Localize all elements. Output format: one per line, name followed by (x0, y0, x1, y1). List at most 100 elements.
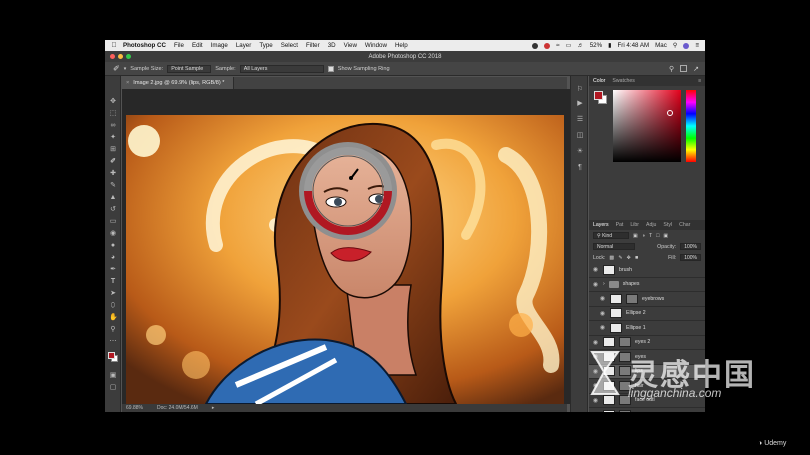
search-icon[interactable]: ⚲ (669, 65, 674, 73)
close-window-button[interactable] (110, 54, 115, 59)
path-selection-tool-icon[interactable]: ➤ (109, 290, 117, 298)
quick-mask-icon[interactable]: ▣ (109, 372, 117, 380)
document-canvas[interactable] (126, 115, 564, 404)
eyedropper-tool-preset-icon[interactable]: ✐ (113, 64, 120, 73)
layer-row[interactable]: ◉ Ellipse 1 (589, 321, 705, 336)
menu-layer[interactable]: Layer (236, 42, 251, 49)
menu-type[interactable]: Type (259, 42, 272, 49)
show-sampling-ring-checkbox[interactable] (327, 65, 334, 72)
hand-tool-icon[interactable]: ✋ (109, 314, 118, 322)
shape-tool-icon[interactable]: ⬯ (109, 302, 117, 310)
airplay-icon[interactable]: ▭ (566, 42, 572, 49)
lock-all-icon[interactable]: ■ (635, 255, 638, 261)
visibility-eye-icon[interactable]: ◉ (599, 295, 606, 302)
adjustments-panel-icon[interactable]: ☀ (576, 148, 584, 156)
menu-select[interactable]: Select (281, 42, 298, 49)
brush-tool-icon[interactable]: ✎ (109, 182, 117, 190)
paint-bucket-tool-icon[interactable]: ◉ (109, 230, 117, 238)
menu-file[interactable]: File (174, 42, 184, 49)
marquee-tool-icon[interactable]: ⬚ (109, 110, 117, 118)
volume-icon[interactable]: ♬ (578, 42, 584, 49)
tab-styles[interactable]: Styl (663, 222, 672, 228)
crop-tool-icon[interactable]: ⊞ (109, 146, 117, 154)
layer-group-row[interactable]: ◉ › shapes (589, 278, 705, 292)
opacity-input[interactable]: 100% (680, 243, 701, 250)
minimize-window-button[interactable] (118, 54, 123, 59)
menu-edit[interactable]: Edit (192, 42, 203, 49)
menu-window[interactable]: Window (365, 42, 387, 49)
blur-tool-icon[interactable]: ● (109, 242, 117, 250)
record-icon[interactable] (532, 42, 539, 49)
panel-menu-icon[interactable]: ≡ (698, 78, 701, 84)
visibility-eye-icon[interactable]: ◉ (592, 339, 599, 346)
siri-icon[interactable] (683, 42, 690, 49)
layer-mask-thumbnail[interactable] (619, 409, 631, 412)
menu-help[interactable]: Help (395, 42, 408, 49)
canvas-area[interactable] (122, 89, 570, 404)
healing-brush-tool-icon[interactable]: ✚ (109, 170, 117, 178)
spotlight-icon[interactable]: ⚲ (673, 42, 678, 49)
apple-icon[interactable]:  (105, 42, 123, 49)
filter-smart-icon[interactable]: ▣ (663, 233, 668, 239)
tool-preset-chevron-icon[interactable]: ▾ (124, 66, 127, 72)
layer-row[interactable]: ◉ eyebrows (589, 292, 705, 307)
visibility-eye-icon[interactable]: ◉ (599, 310, 606, 317)
menu-3d[interactable]: 3D (328, 42, 336, 49)
sample-select[interactable]: All Layers (239, 64, 324, 73)
dodge-tool-icon[interactable]: ◕ (109, 254, 117, 262)
document-tab[interactable]: × Image 2.jpg @ 69.9% (lips, RGB/8) * (122, 77, 234, 89)
layer-filter-select[interactable]: ⚲ Kind (593, 232, 629, 239)
filter-shape-icon[interactable]: □ (656, 233, 659, 239)
libraries-panel-icon[interactable]: ◫ (576, 132, 584, 140)
wifi-icon[interactable]: ≈ (556, 42, 559, 49)
zoom-level[interactable]: 69.88% (126, 405, 143, 411)
history-brush-tool-icon[interactable]: ↺ (109, 206, 117, 214)
clock[interactable]: Fri 4:48 AM (617, 42, 649, 49)
artwork-image[interactable] (126, 115, 564, 404)
tab-swatches[interactable]: Swatches (612, 78, 635, 84)
status-expand-icon[interactable]: ▸ (212, 405, 215, 411)
fill-input[interactable]: 100% (680, 254, 701, 261)
eyedropper-tool-icon[interactable]: ✐ (109, 158, 117, 166)
paragraph-panel-icon[interactable]: ¶ (576, 164, 584, 172)
properties-panel-icon[interactable]: ☰ (576, 116, 584, 124)
screen-mode-icon[interactable]: ▢ (109, 384, 117, 392)
color-picker-marker[interactable] (667, 110, 673, 116)
visibility-eye-icon[interactable]: ◉ (592, 411, 599, 412)
layer-row[interactable]: ◉ Ellipse 2 (589, 307, 705, 321)
type-tool-icon[interactable]: T (109, 278, 117, 286)
menu-image[interactable]: Image (211, 42, 228, 49)
group-disclosure-icon[interactable]: › (603, 281, 605, 287)
filter-type-icon[interactable]: T (649, 233, 652, 239)
color-panel-foreground-swatch[interactable] (594, 91, 603, 100)
zoom-tool-icon[interactable]: ⚲ (109, 326, 117, 334)
tab-color[interactable]: Color (593, 78, 605, 84)
filter-adjustment-icon[interactable]: ◑ (642, 233, 645, 239)
visibility-eye-icon[interactable]: ◉ (592, 266, 599, 273)
hue-slider[interactable] (686, 90, 696, 162)
layer-row[interactable]: ◉ (589, 408, 705, 412)
history-panel-icon[interactable]: ⚐ (576, 86, 584, 94)
lasso-tool-icon[interactable]: ∞ (109, 122, 117, 130)
quick-select-tool-icon[interactable]: ✦ (109, 134, 117, 142)
visibility-eye-icon[interactable]: ◉ (599, 324, 606, 331)
close-tab-icon[interactable]: × (126, 80, 129, 86)
lock-paint-icon[interactable]: ✎ (618, 255, 622, 261)
layer-mask-thumbnail[interactable] (626, 293, 638, 304)
lock-pixels-icon[interactable]: ▩ (609, 255, 614, 261)
battery-percent[interactable]: 52% (590, 42, 602, 49)
zoom-window-button[interactable] (126, 54, 131, 59)
menu-filter[interactable]: Filter (306, 42, 320, 49)
tab-adjustments[interactable]: Adju (646, 222, 656, 228)
more-tools-icon[interactable]: ⋯ (109, 338, 117, 346)
filter-pixel-icon[interactable]: ▣ (633, 233, 638, 239)
move-tool-icon[interactable]: ✥ (109, 98, 117, 106)
visibility-eye-icon[interactable]: ◉ (592, 281, 599, 288)
menu-view[interactable]: View (344, 42, 357, 49)
share-icon[interactable]: ↗ (693, 65, 699, 73)
workspace-icon[interactable] (680, 64, 688, 72)
menu-app-name[interactable]: Photoshop CC (123, 42, 166, 49)
foreground-color-swatch[interactable] (108, 352, 115, 359)
lock-position-icon[interactable]: ✥ (627, 255, 631, 261)
status-icon[interactable] (544, 42, 551, 49)
